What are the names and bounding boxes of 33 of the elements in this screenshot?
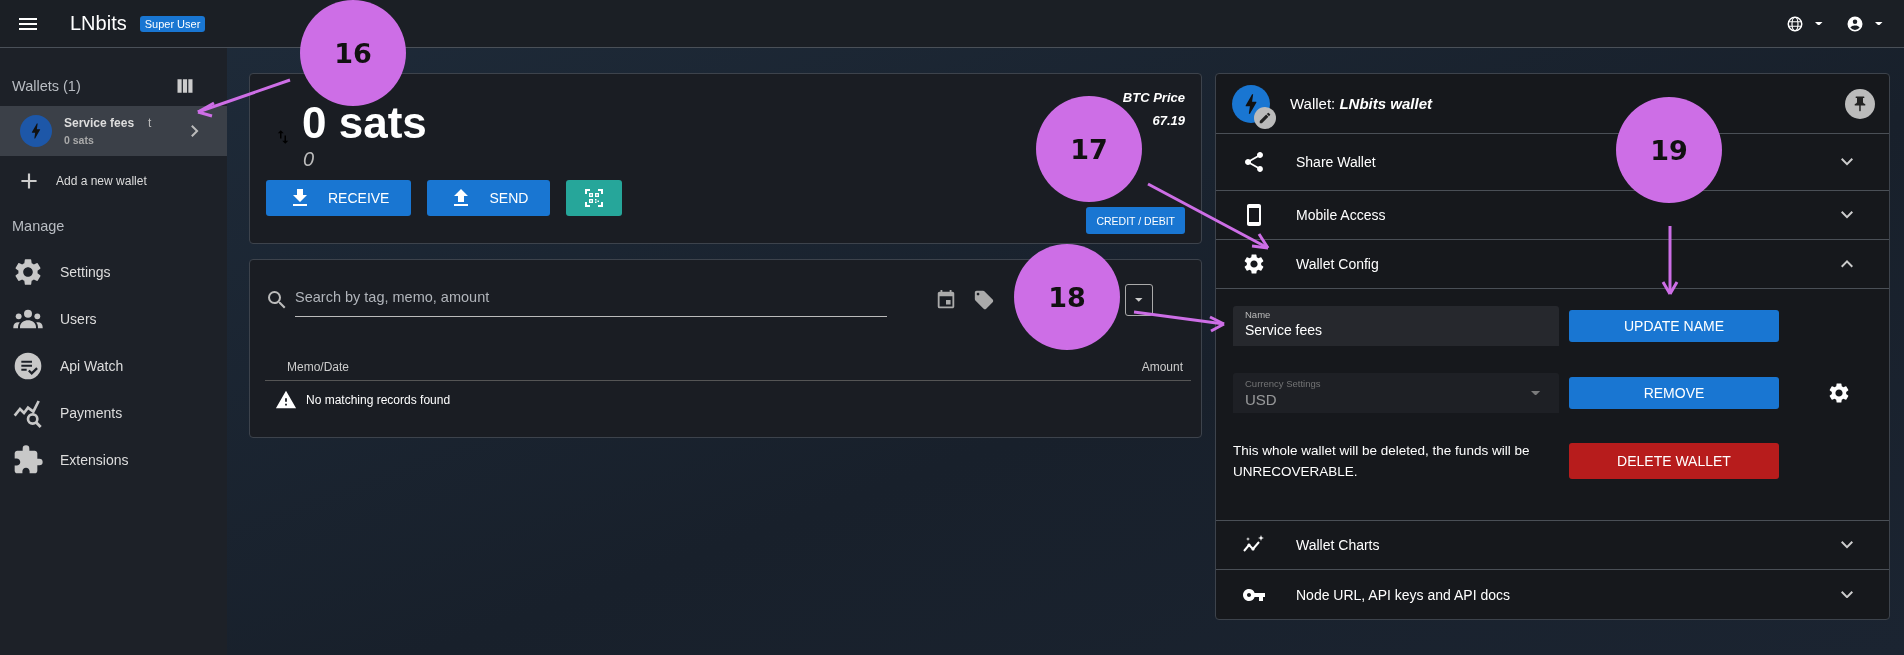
wallets-heading: Wallets (1) <box>12 78 81 94</box>
name-field[interactable]: Name Service fees <box>1233 306 1559 346</box>
send-button[interactable]: SEND <box>427 180 551 216</box>
receive-button[interactable]: RECEIVE <box>266 180 412 216</box>
wallet-title: Wallet: LNbits wallet <box>1290 95 1434 112</box>
nav-item[interactable]: Payments <box>0 389 227 436</box>
price-value: 67.19 <box>1152 113 1185 128</box>
section-header[interactable]: Wallet Charts <box>1216 521 1889 570</box>
delete-wallet-button[interactable]: DELETE WALLET <box>1569 443 1779 479</box>
wallet-item[interactable]: Service fees t 0 sats <box>0 106 227 156</box>
wallet-name: Service fees <box>64 116 135 130</box>
empty-message: No matching records found <box>306 393 451 407</box>
nav-item[interactable]: Extensions <box>0 436 227 483</box>
price-label: BTC Price <box>1122 90 1185 105</box>
add-wallet-item[interactable]: Add a new wallet <box>0 156 227 200</box>
app-title: LNbits <box>70 12 127 35</box>
nav-item[interactable]: Users <box>0 295 227 342</box>
column-header: Memo/Date <box>287 360 350 374</box>
wallet-mark: t <box>148 116 152 130</box>
remove-button[interactable]: REMOVE <box>1569 377 1779 409</box>
nav-item[interactable]: Api Watch <box>0 342 227 389</box>
fiat-amount: 0 <box>303 148 316 171</box>
credit-debit-button[interactable]: CREDIT / DEBIT <box>1086 207 1185 234</box>
manage-heading: Manage <box>11 217 66 236</box>
section-header[interactable]: Wallet Config <box>1216 240 1889 289</box>
nav-item[interactable]: Settings <box>0 248 227 295</box>
section-header[interactable]: Node URL, API keys and API docs <box>1216 570 1889 619</box>
column-header: Amount <box>1141 360 1183 374</box>
wallet-balance: 0 sats <box>64 134 95 146</box>
search-field[interactable]: Search by tag, memo, amount <box>295 289 887 305</box>
delete-warning: This whole wallet will be deleted, the funds will be UNRECOVERABLE. <box>1233 442 1531 481</box>
update-name-button[interactable]: UPDATE NAME <box>1569 310 1779 342</box>
role-badge: Super User <box>139 15 206 32</box>
